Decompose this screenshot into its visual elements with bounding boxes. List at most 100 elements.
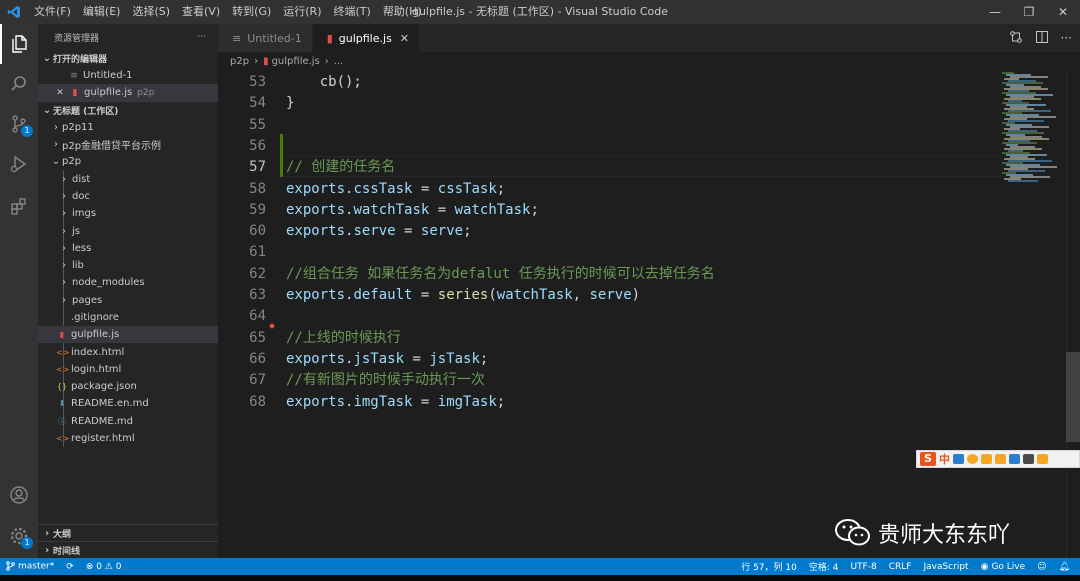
more-actions-icon[interactable]: ···	[1061, 31, 1072, 45]
breadcrumb-file[interactable]: gulpfile.js	[272, 56, 320, 67]
code-line: //有新图片的时候手动执行一次	[286, 370, 485, 391]
ime-toolbar[interactable]: S 中	[916, 450, 1080, 468]
file-item[interactable]: <> index.html	[38, 343, 218, 360]
menu-item[interactable]: 运行(R)	[277, 0, 327, 24]
tab-gulpfile[interactable]: ▮ gulpfile.js ✕	[312, 24, 421, 52]
folder-item[interactable]: › p2p金融借贷平台示例	[38, 136, 218, 153]
minimize-icon[interactable]: —	[978, 0, 1012, 24]
menu-item[interactable]: 文件(F)	[28, 0, 77, 24]
vertical-scrollbar[interactable]	[1066, 70, 1080, 558]
tab-label: Untitled-1	[247, 31, 302, 45]
scrollbar-thumb[interactable]	[1066, 352, 1080, 442]
file-item[interactable]: ⓘ README.md	[38, 413, 218, 430]
microphone-icon[interactable]	[981, 454, 992, 464]
code-line: }	[286, 93, 294, 114]
workspace-section[interactable]: ⌄ 无标题 (工作区)	[38, 102, 218, 119]
workspace-title: 无标题 (工作区)	[53, 106, 119, 117]
menu-item[interactable]: 转到(G)	[226, 0, 277, 24]
problems-status[interactable]: ⊗ 0 ⚠ 0	[80, 562, 128, 572]
close-tab-icon[interactable]: ✕	[400, 32, 409, 45]
folder-label: imgs	[72, 208, 97, 220]
account-icon[interactable]	[0, 475, 38, 515]
folder-item[interactable]: › imgs	[38, 205, 218, 222]
status-left: master* ⟳ ⊗ 0 ⚠ 0	[0, 558, 127, 575]
menu-item[interactable]: 编辑(E)	[77, 0, 127, 24]
emoji-icon[interactable]	[967, 454, 978, 464]
line-number: 63	[249, 287, 266, 303]
file-item[interactable]: <> login.html	[38, 361, 218, 378]
lines-file-icon: ≡	[232, 31, 242, 45]
file-item[interactable]: .gitignore	[38, 309, 218, 326]
open-changes-icon[interactable]	[1009, 30, 1023, 47]
menu-item[interactable]: 查看(V)	[176, 0, 226, 24]
file-item[interactable]: <> register.html	[38, 430, 218, 447]
settings-gear-icon[interactable]: 1	[0, 516, 38, 556]
folder-item[interactable]: › pages	[38, 292, 218, 309]
folder-item[interactable]: ⌄ p2p	[38, 153, 218, 170]
toolbox-icon[interactable]	[1023, 454, 1034, 464]
editor-actions: ···	[1009, 24, 1072, 52]
open-editor-item[interactable]: ≡ Untitled-1	[38, 67, 218, 84]
indentation[interactable]: 空格: 4	[803, 560, 845, 573]
menu-item[interactable]: 帮助(H)	[377, 0, 428, 24]
git-branch[interactable]: master*	[0, 561, 60, 572]
explorer-icon[interactable]	[0, 24, 38, 64]
code-token: ;	[530, 201, 539, 218]
breadcrumb-folder[interactable]: p2p	[230, 56, 249, 67]
run-debug-icon[interactable]	[0, 144, 38, 184]
search-icon[interactable]	[0, 64, 38, 104]
source-control-icon[interactable]: 1	[0, 104, 38, 144]
skin-icon[interactable]	[1009, 454, 1020, 464]
breadcrumb-symbol[interactable]: ...	[334, 56, 344, 67]
line-number: 56	[249, 137, 266, 154]
apps-icon[interactable]	[1037, 454, 1048, 464]
folder-item[interactable]: › doc	[38, 188, 218, 205]
sync-icon[interactable]: ⟳	[60, 562, 80, 572]
close-window-icon[interactable]: ✕	[1046, 0, 1080, 24]
file-item[interactable]: {} package.json	[38, 378, 218, 395]
split-editor-icon[interactable]	[1035, 30, 1049, 47]
file-item[interactable]: ⬇ README.en.md	[38, 395, 218, 412]
end-of-line[interactable]: CRLF	[883, 562, 918, 572]
code-token: //有新图片的时候手动执行一次	[286, 372, 485, 389]
file-item[interactable]: ▮ gulpfile.js	[38, 326, 218, 344]
code-token: default	[353, 287, 413, 303]
tab-untitled[interactable]: ≡ Untitled-1	[218, 24, 313, 52]
folder-item[interactable]: › dist	[38, 170, 218, 187]
file-label: register.html	[71, 433, 135, 445]
ime-language[interactable]: 中	[939, 451, 950, 467]
feedback-icon[interactable]: ☺	[1031, 562, 1052, 572]
folder-item[interactable]: › p2p11	[38, 119, 218, 136]
minimap[interactable]	[1002, 70, 1066, 182]
open-editors-section[interactable]: ⌄ 打开的编辑器	[38, 50, 218, 67]
chevron-right-icon: ›	[62, 277, 66, 289]
extensions-icon[interactable]	[0, 186, 38, 226]
timeline-section[interactable]: › 时间线	[38, 541, 218, 558]
wechat-logo-icon	[835, 519, 870, 546]
outline-section[interactable]: › 大纲	[38, 524, 218, 541]
folder-item[interactable]: › node_modules	[38, 274, 218, 291]
punctuation-icon[interactable]	[953, 454, 964, 464]
folder-item[interactable]: › js	[38, 222, 218, 239]
code-token: jsTask	[429, 350, 480, 367]
folder-label: less	[72, 242, 92, 254]
keyboard-icon[interactable]	[995, 454, 1006, 464]
open-editor-label: Untitled-1	[83, 70, 133, 82]
more-actions-icon[interactable]: ···	[197, 32, 206, 42]
branch-label: master*	[18, 561, 55, 572]
chevron-right-icon: ›	[62, 260, 66, 272]
folder-item[interactable]: › less	[38, 240, 218, 257]
folder-item[interactable]: › lib	[38, 257, 218, 274]
notifications-bell-icon[interactable]: 🔔︎	[1053, 562, 1076, 572]
code-token: imgTask	[437, 393, 497, 410]
menu-item[interactable]: 终端(T)	[328, 0, 377, 24]
close-editor-icon[interactable]: ✕	[54, 88, 66, 98]
go-live-button[interactable]: ◉ Go Live	[975, 562, 1032, 572]
encoding[interactable]: UTF-8	[844, 562, 882, 572]
maximize-icon[interactable]: ❐	[1012, 0, 1046, 24]
cursor-position[interactable]: 行 57，列 10	[735, 560, 803, 573]
code-editor[interactable]: 53 54 55 56 57 58 59 60 61 62 63 64 65 66 67 68 cb();} /…	[218, 70, 1080, 558]
open-editor-item[interactable]: ✕ ▮ gulpfile.js p2p	[38, 84, 218, 102]
language-mode[interactable]: JavaScript	[917, 562, 974, 572]
menu-item[interactable]: 选择(S)	[126, 0, 176, 24]
